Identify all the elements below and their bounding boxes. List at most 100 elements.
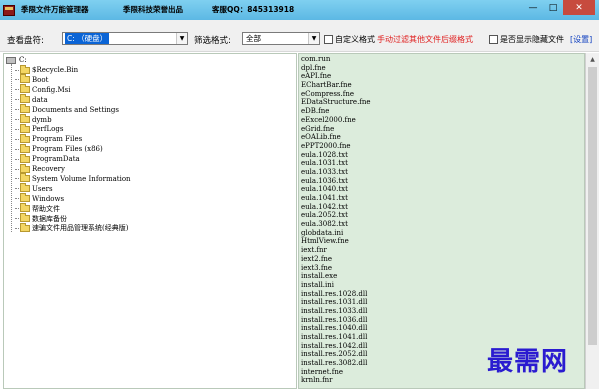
- show-hidden-checkbox[interactable]: 是否显示隐藏文件: [489, 34, 564, 45]
- file-list-item[interactable]: install.res.1040.dll: [301, 324, 371, 333]
- file-list-item[interactable]: eAPI.fne: [301, 72, 371, 81]
- tree-folder-item[interactable]: Program Files (x86): [15, 143, 103, 154]
- window-title: 季限文件万能管理器: [21, 5, 89, 14]
- file-list-item[interactable]: com.run: [301, 55, 371, 64]
- file-list-item[interactable]: eula.1031.txt: [301, 159, 371, 168]
- tree-folder-item[interactable]: System Volume Information: [15, 173, 131, 184]
- file-list-item[interactable]: EDataStructure.fne: [301, 98, 371, 107]
- file-list-item[interactable]: install.res.2052.dll: [301, 350, 371, 359]
- minimize-button[interactable]: —: [523, 0, 543, 15]
- close-button[interactable]: ✕: [563, 0, 595, 15]
- file-list-item[interactable]: iext3.fne: [301, 264, 371, 273]
- folder-icon: [20, 222, 30, 232]
- tree-folder-label: data: [32, 95, 48, 104]
- app-icon: [3, 4, 15, 16]
- folder-icon: [20, 163, 30, 173]
- tree-folder-label: 速骗文件用品管理系统(经典版): [32, 224, 129, 233]
- scrollbar-thumb[interactable]: [588, 67, 597, 345]
- tree-folder-label: PerfLogs: [32, 125, 64, 134]
- tree-folder-label: System Volume Information: [32, 174, 131, 183]
- filter-label: 筛选格式:: [194, 36, 231, 46]
- folder-icon: [20, 173, 30, 183]
- file-list-item[interactable]: EChartBar.fne: [301, 81, 371, 90]
- file-list-scrollbar[interactable]: ▲: [585, 53, 599, 389]
- tree-folder-label: Recovery: [32, 165, 65, 173]
- settings-link[interactable]: [设置]: [570, 34, 592, 45]
- file-list-item[interactable]: eGrid.fne: [301, 125, 371, 134]
- tree-root[interactable]: C:: [6, 56, 27, 64]
- tree-folder-label: Program Files (x86): [32, 145, 103, 154]
- file-list-item[interactable]: install.exe: [301, 272, 371, 281]
- file-list-item[interactable]: eula.1033.txt: [301, 168, 371, 177]
- custom-format-label: 自定义格式: [335, 35, 375, 44]
- tree-folder-label: Config.Msi: [32, 85, 71, 94]
- folder-icon: [20, 153, 30, 163]
- tree-folder-label: Documents and Settings: [32, 105, 119, 114]
- filter-select[interactable]: 全部 ▼: [242, 32, 320, 45]
- tree-folder-label: 数据库备份: [32, 214, 67, 223]
- file-list-item[interactable]: eula.2052.txt: [301, 211, 371, 220]
- file-list-item[interactable]: install.ini: [301, 281, 371, 290]
- file-list-item[interactable]: install.res.1036.dll: [301, 316, 371, 325]
- drive-icon: [6, 56, 16, 64]
- folder-icon: [20, 94, 30, 104]
- file-list-item[interactable]: install.res.1028.dll: [301, 290, 371, 299]
- file-list-item[interactable]: install.res.1033.dll: [301, 307, 371, 316]
- chevron-down-icon[interactable]: ▼: [176, 33, 187, 44]
- file-list-item[interactable]: internet.fne: [301, 368, 371, 377]
- tree-folder-label: Boot: [32, 75, 49, 84]
- folder-icon: [20, 84, 30, 94]
- file-list-item[interactable]: install.res.1031.dll: [301, 298, 371, 307]
- file-list-item[interactable]: install.res.3082.dll: [301, 359, 371, 368]
- file-list-item[interactable]: install.res.1042.dll: [301, 342, 371, 351]
- tree-folder-item[interactable]: Documents and Settings: [15, 104, 119, 115]
- tree-folder-label: $Recycle.Bin: [32, 66, 79, 74]
- file-list-item[interactable]: krnln.fnr: [301, 376, 371, 385]
- show-hidden-label: 是否显示隐藏文件: [500, 35, 564, 44]
- toolbar: 查看盘符: C: （硬盘） ▼ 筛选格式: 全部 ▼ 自定义格式 手动过滤其他文…: [0, 20, 599, 52]
- tree-folder-label: Program Files: [32, 135, 83, 144]
- folder-icon: [20, 203, 30, 213]
- file-list-item[interactable]: eCompress.fne: [301, 90, 371, 99]
- folder-tree[interactable]: C: $Recycle.Bin Boot Config.Msi data Documen…: [3, 53, 297, 389]
- file-list-item[interactable]: HtmlView.fne: [301, 237, 371, 246]
- scroll-up-icon[interactable]: ▲: [586, 53, 599, 65]
- tree-connector: [11, 64, 12, 232]
- manual-filter-text[interactable]: 手动过滤其他文件后缀格式: [377, 34, 473, 45]
- file-list-item[interactable]: eula.1036.txt: [301, 177, 371, 186]
- file-list-item[interactable]: globdata.ini: [301, 229, 371, 238]
- folder-icon: [20, 143, 30, 153]
- file-list[interactable]: com.run dpl.fne eAPI.fne EChartBar.fne eComp…: [298, 53, 585, 389]
- file-list-item[interactable]: eOALib.fne: [301, 133, 371, 142]
- checkbox-box[interactable]: [489, 35, 498, 44]
- folder-icon: [20, 104, 30, 114]
- file-list-item[interactable]: eula.1042.txt: [301, 203, 371, 212]
- file-list-item[interactable]: eula.1040.txt: [301, 185, 371, 194]
- drive-label: 查看盘符:: [7, 36, 44, 46]
- tree-folder-item[interactable]: 速骗文件用品管理系统(经典版): [15, 222, 129, 233]
- file-list-item[interactable]: dpl.fne: [301, 64, 371, 73]
- filter-select-value: 全部: [246, 34, 261, 43]
- drive-select[interactable]: C: （硬盘） ▼: [62, 32, 188, 45]
- folder-icon: [20, 114, 30, 123]
- file-list-item[interactable]: iext.fnr: [301, 246, 371, 255]
- folder-icon: [20, 133, 30, 143]
- watermark: 最需网: [487, 347, 569, 377]
- folder-icon: [20, 193, 30, 203]
- file-list-item[interactable]: eula.1028.txt: [301, 151, 371, 160]
- file-list-item[interactable]: install.res.1041.dll: [301, 333, 371, 342]
- custom-format-checkbox[interactable]: 自定义格式: [324, 34, 375, 45]
- chevron-down-icon[interactable]: ▼: [308, 33, 319, 44]
- file-list-item[interactable]: eDB.fne: [301, 107, 371, 116]
- file-list-item[interactable]: eula.1041.txt: [301, 194, 371, 203]
- file-list-item[interactable]: iext2.fne: [301, 255, 371, 264]
- tree-folder-label: Windows: [32, 194, 65, 203]
- file-list-item[interactable]: ePPT2000.fne: [301, 142, 371, 151]
- checkbox-box[interactable]: [324, 35, 333, 44]
- maximize-button[interactable]: □: [543, 0, 563, 15]
- file-list-item[interactable]: eula.3082.txt: [301, 220, 371, 229]
- support-qq: 客服QQ：845313918: [212, 5, 295, 14]
- folder-icon: [20, 183, 30, 193]
- file-list-item[interactable]: eExcel2000.fne: [301, 116, 371, 125]
- tree-folder-label: ProgramData: [32, 155, 80, 164]
